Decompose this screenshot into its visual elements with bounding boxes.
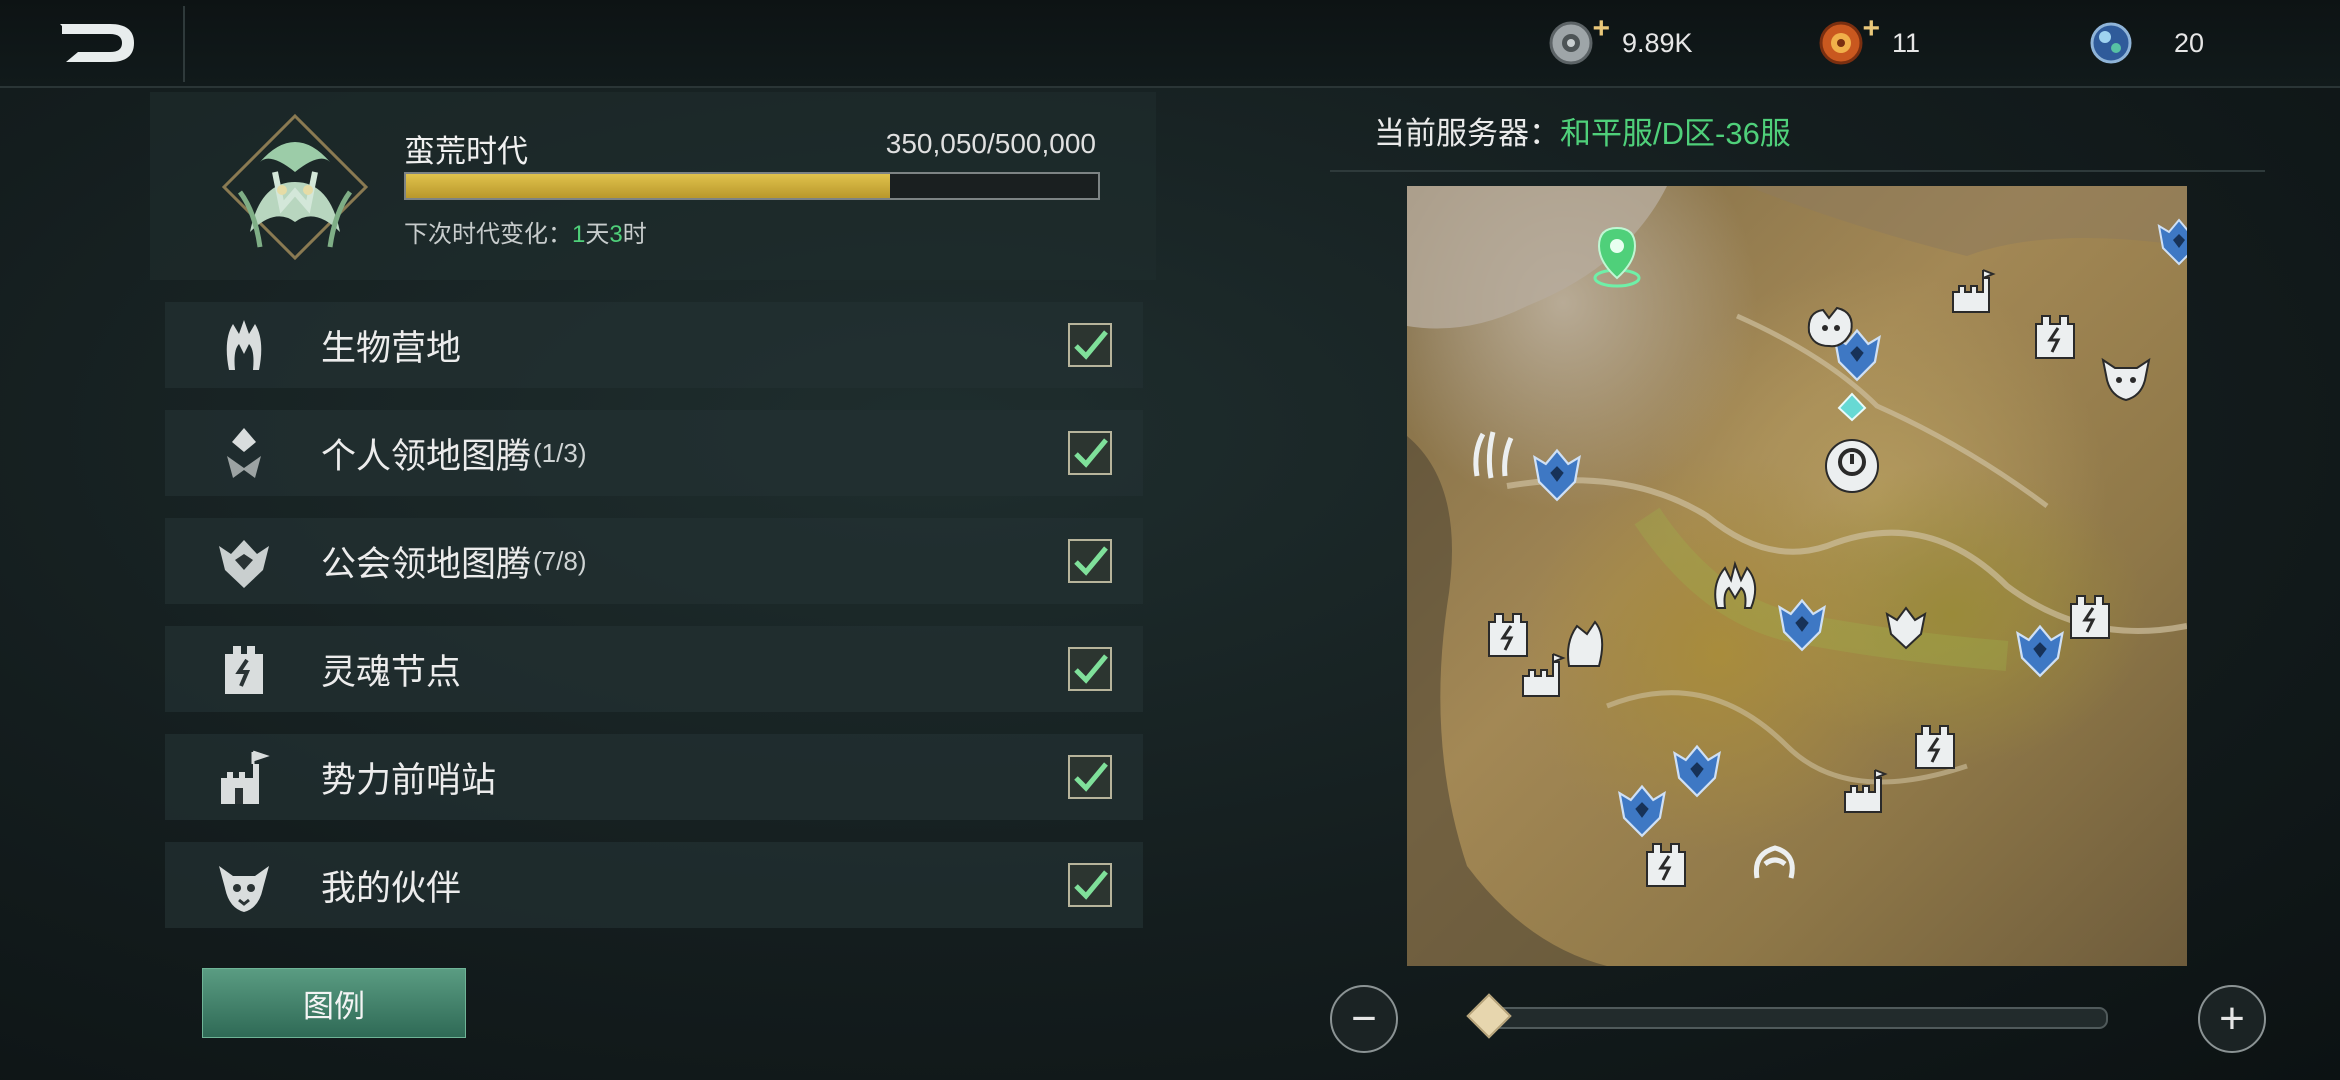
- add-gem-icon[interactable]: +: [1862, 12, 1880, 46]
- creature-camp-icon[interactable]: [1707, 558, 1761, 614]
- add-silver-icon[interactable]: +: [1592, 12, 1610, 46]
- server-name: 和平服/D区-36服: [1560, 116, 1791, 151]
- server-label: 当前服务器：: [1374, 116, 1560, 151]
- creature-camp-icon[interactable]: [1559, 616, 1609, 672]
- top-bar: + 9.89K + 11 20: [0, 0, 2340, 88]
- era-progress-fill: [406, 174, 891, 198]
- guild-totem-icon[interactable]: [2015, 622, 2065, 678]
- filter-count: (7/8): [533, 545, 587, 576]
- checkbox-faction-outpost[interactable]: [1068, 755, 1112, 799]
- filter-label: 我的伙伴: [321, 868, 462, 908]
- filter-row-faction-outpost[interactable]: 势力前哨站: [165, 734, 1143, 820]
- blue-orb-value: 20: [2174, 27, 2205, 58]
- checkbox-creature-camp[interactable]: [1068, 323, 1112, 367]
- zoom-out-button[interactable]: −: [1330, 985, 1398, 1053]
- filter-row-guild-totem[interactable]: 公会领地图腾 (7/8): [165, 518, 1143, 604]
- personal-totem-icon[interactable]: [1821, 390, 1883, 500]
- current-server: 当前服务器：和平服/D区-36服: [1374, 108, 1791, 153]
- companion-icon: [209, 850, 279, 920]
- next-era-days: 1: [572, 221, 586, 248]
- soul-node-icon[interactable]: [2032, 310, 2078, 362]
- creature-camp-icon[interactable]: [1469, 426, 1519, 482]
- back-icon[interactable]: [50, 18, 140, 68]
- filter-label: 灵魂节点: [321, 652, 462, 692]
- zoom-slider[interactable]: [1476, 1007, 2108, 1029]
- checkbox-guild-totem[interactable]: [1068, 539, 1112, 583]
- personal-totem-icon: [209, 418, 279, 488]
- filter-count: (1/3): [533, 437, 587, 468]
- era-progress-bar: [404, 172, 1100, 200]
- filter-row-creature-camp[interactable]: 生物营地: [165, 302, 1143, 388]
- next-era-hours: 3: [609, 221, 623, 248]
- soul-node-icon[interactable]: [1912, 720, 1958, 772]
- guild-totem-icon[interactable]: [1777, 596, 1827, 652]
- guild-totem-icon: [209, 526, 279, 596]
- top-divider: [183, 6, 185, 82]
- era-title: 蛮荒时代: [404, 134, 528, 169]
- filter-label: 公会领地图腾: [321, 544, 532, 584]
- soul-node-icon[interactable]: [1643, 838, 1689, 890]
- soul-node-icon: [209, 634, 279, 704]
- orange-gem-icon: +: [1818, 12, 1880, 66]
- savage-era-emblem-icon: [220, 112, 370, 262]
- blue-orb-icon: [2088, 20, 2134, 66]
- silver-coin-icon: +: [1548, 12, 1610, 66]
- world-map[interactable]: [1407, 186, 2187, 966]
- soul-node-icon[interactable]: [2067, 590, 2113, 642]
- guild-totem-icon[interactable]: [1617, 782, 1667, 838]
- faction-outpost-icon: [209, 742, 279, 812]
- player-location-icon[interactable]: [1587, 222, 1647, 292]
- days-unit: 天: [585, 221, 610, 248]
- filter-row-companion[interactable]: 我的伙伴: [165, 842, 1143, 928]
- guild-totem-icon[interactable]: [1672, 742, 1722, 798]
- filter-label: 生物营地: [321, 328, 462, 368]
- checkbox-soul-node[interactable]: [1068, 647, 1112, 691]
- silver-coin-currency[interactable]: + 9.89K: [1548, 12, 1693, 68]
- legend-button[interactable]: 图例: [202, 968, 466, 1038]
- creature-camp-icon: [209, 310, 279, 380]
- zoom-in-button[interactable]: +: [2198, 985, 2266, 1053]
- creature-camp-icon[interactable]: [1803, 302, 1857, 352]
- blue-orb-currency: 20: [2088, 18, 2204, 68]
- minus-icon: −: [1351, 994, 1377, 1043]
- faction-outpost-icon[interactable]: [1841, 768, 1891, 816]
- companion-icon[interactable]: [2099, 352, 2153, 402]
- era-progress-text: 350,050/500,000: [885, 128, 1096, 159]
- era-panel: 蛮荒时代 350,050/500,000 下次时代变化：1天3时: [150, 92, 1156, 280]
- creature-camp-icon[interactable]: [1747, 834, 1803, 888]
- next-era-label: 下次时代变化：: [404, 221, 572, 248]
- filter-row-personal-totem[interactable]: 个人领地图腾 (1/3): [165, 410, 1143, 496]
- creature-camp-icon[interactable]: [1881, 602, 1931, 652]
- orange-gem-currency[interactable]: + 11: [1818, 12, 1921, 68]
- checkbox-personal-totem[interactable]: [1068, 431, 1112, 475]
- checkbox-companion[interactable]: [1068, 863, 1112, 907]
- server-divider: [1330, 170, 2265, 172]
- faction-outpost-icon[interactable]: [1949, 268, 1999, 316]
- orange-gem-value: 11: [1892, 27, 1921, 58]
- hours-unit: 时: [622, 221, 647, 248]
- filter-row-soul-node[interactable]: 灵魂节点: [165, 626, 1143, 712]
- next-era-change: 下次时代变化：1天3时: [404, 214, 647, 249]
- silver-coin-value: 9.89K: [1622, 27, 1693, 58]
- zoom-slider-handle[interactable]: [1465, 993, 1512, 1039]
- plus-icon: +: [2219, 994, 2245, 1043]
- filter-label: 势力前哨站: [321, 760, 497, 800]
- filter-label: 个人领地图腾: [321, 436, 532, 476]
- guild-totem-icon[interactable]: [2157, 216, 2187, 266]
- guild-totem-icon[interactable]: [1532, 446, 1582, 502]
